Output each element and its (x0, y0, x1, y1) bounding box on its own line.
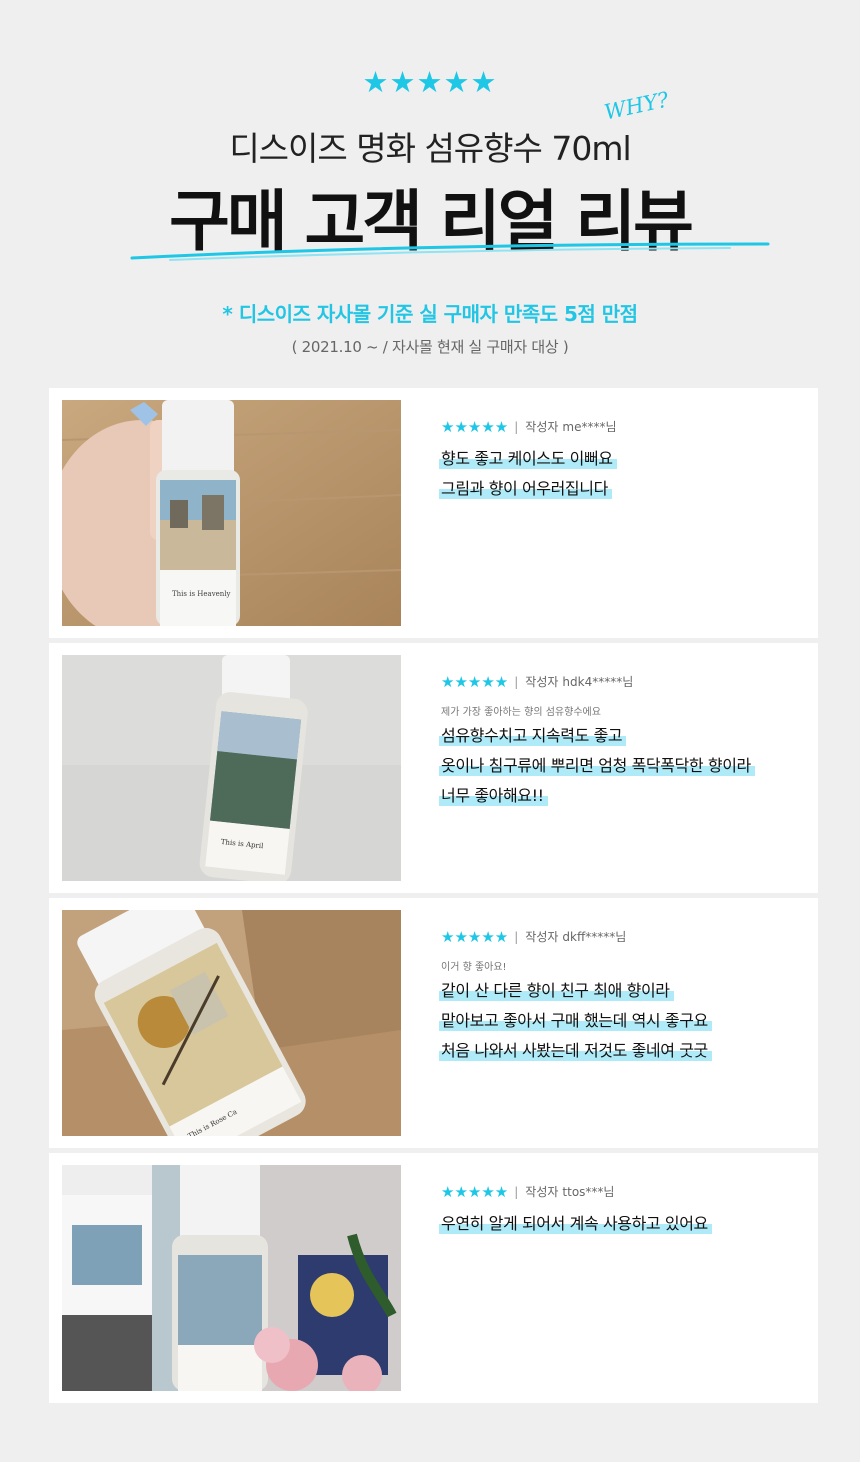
author-name: hdk4*****님 (562, 675, 634, 689)
meta-divider: | (514, 675, 519, 689)
meta-divider: | (514, 930, 519, 944)
review-stars: ★★★★★ (441, 673, 509, 691)
review-photo[interactable]: This is Rose Ca (62, 910, 401, 1136)
author-label: 작성자 (525, 420, 559, 434)
svg-text:This is Heavenly: This is Heavenly (172, 590, 231, 598)
title-underline-swoosh (130, 242, 770, 261)
review-intro: 이거 향 좋아요! (441, 962, 507, 973)
author-name: dkff*****님 (562, 930, 627, 944)
review-text: 같이 산 다른 향이 친구 최애 향이라 맡아보고 좋아서 구매 했는데 역시 … (439, 980, 712, 1070)
survey-period: ( 2021.10 ~ / 자사몰 현재 실 구매자 대상 ) (291, 338, 569, 356)
review-card: This is Heavenly ★★★★★ | 작성자 me****님 향도 좋고 … (49, 388, 818, 638)
review-card: This is Rose Ca ★★★★★ | 작성자 dkff*****님 이거 향… (49, 898, 818, 1148)
review-stars: ★★★★★ (441, 1183, 509, 1201)
review-line: 같이 산 다른 향이 친구 최애 향이라 (439, 980, 674, 1002)
author-label: 작성자 (525, 675, 559, 689)
meta-divider: | (514, 420, 519, 434)
review-line: 맡아보고 좋아서 구매 했는데 역시 좋구요 (439, 1010, 712, 1032)
author-name: me****님 (562, 420, 617, 434)
review-intro: 제가 가장 좋아하는 향의 섬유향수에요 (441, 707, 601, 718)
author-label: 작성자 (525, 930, 559, 944)
review-stars: ★★★★★ (441, 418, 509, 436)
review-line: 섬유향수치고 지속력도 좋고 (439, 725, 627, 747)
review-stars: ★★★★★ (441, 928, 509, 946)
meta-divider: | (514, 1185, 519, 1199)
review-meta: ★★★★★ | 작성자 me****님 (441, 418, 617, 436)
review-meta: ★★★★★ | 작성자 ttos***님 (441, 1183, 614, 1201)
review-meta: ★★★★★ | 작성자 hdk4*****님 (441, 673, 633, 691)
review-text: 섬유향수치고 지속력도 좋고 옷이나 침구류에 뿌리면 엄청 폭닥폭닥한 향이라… (439, 725, 755, 815)
review-line: 너무 좋아해요!! (439, 785, 548, 807)
review-photo[interactable]: This is April (62, 655, 401, 881)
review-photo[interactable] (62, 1165, 401, 1391)
review-line: 처음 나와서 사봤는데 저것도 좋네여 굿굿 (439, 1040, 712, 1062)
review-line: 향도 좋고 케이스도 이뻐요 (439, 448, 617, 470)
review-text: 우연히 알게 되어서 계속 사용하고 있어요 (439, 1213, 712, 1243)
product-title: 디스이즈 명화 섬유향수 70ml (229, 129, 631, 168)
review-line: 우연히 알게 되어서 계속 사용하고 있어요 (439, 1213, 712, 1235)
review-line: 옷이나 침구류에 뿌리면 엄청 폭닥폭닥한 향이라 (439, 755, 755, 777)
author-label: 작성자 (525, 1185, 559, 1199)
author-name: ttos***님 (562, 1185, 615, 1199)
review-header: ★★★★★ 디스이즈 명화 섬유향수 70ml WHY? 구매 고객 리얼 리뷰… (0, 0, 860, 380)
review-line: 그림과 향이 어우러집니다 (439, 478, 612, 500)
review-card: This is April ★★★★★ | 작성자 hdk4*****님 제가 가장 … (49, 643, 818, 893)
review-card: ★★★★★ | 작성자 ttos***님 우연히 알게 되어서 계속 사용하고 있어요 (49, 1153, 818, 1403)
review-meta: ★★★★★ | 작성자 dkff*****님 (441, 928, 626, 946)
review-text: 향도 좋고 케이스도 이뻐요 그림과 향이 어우러집니다 (439, 448, 617, 508)
satisfaction-subtitle: * 디스이즈 자사몰 기준 실 구매자 만족도 5점 만점 (222, 302, 638, 326)
rating-stars: ★★★★★ (362, 65, 498, 99)
review-photo[interactable]: This is Heavenly (62, 400, 401, 626)
